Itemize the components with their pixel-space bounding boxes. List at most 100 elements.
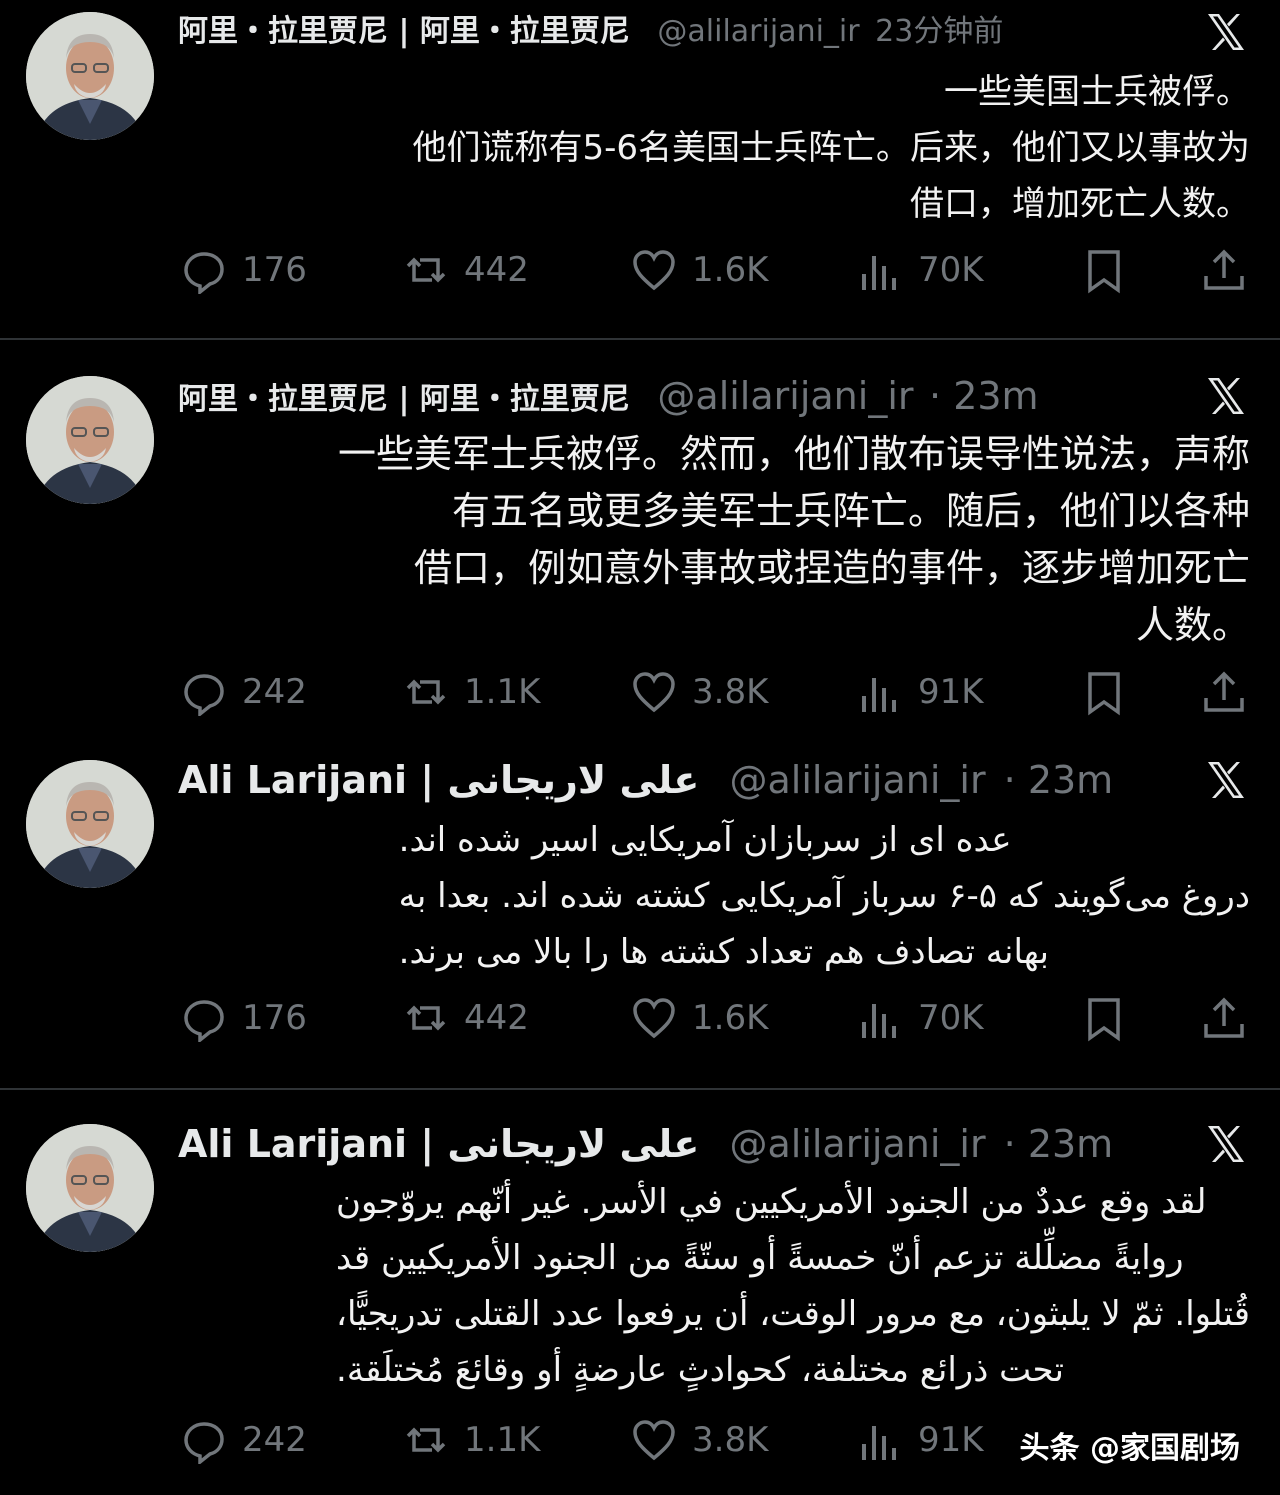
like-icon [633, 1420, 675, 1461]
tweet-actions: 242 1.1K 3.8K 91K [0, 668, 1280, 728]
tweet-line: عده ای از سربازان آمریکایی اسیر شده اند. [398, 820, 1012, 860]
tweet-line: 一些美军士兵被俘。然而，他们散布误导性说法，声称 [337, 432, 1250, 476]
tweet-line: 借口，例如意外事故或捏造的事件，逐步增加死亡 [413, 546, 1250, 590]
views-button[interactable]: 91K [856, 668, 984, 716]
bookmark-icon [1088, 672, 1120, 716]
x-logo-icon [1202, 8, 1250, 56]
bookmark-button[interactable] [1080, 246, 1142, 294]
like-button[interactable]: 1.6K [630, 994, 768, 1042]
display-name[interactable]: 阿里・拉里贾尼 | 阿里・拉里贾尼 [178, 14, 630, 49]
avatar[interactable] [26, 12, 154, 140]
display-name[interactable]: Ali Larijani | علی لاریجانی [178, 1122, 699, 1166]
repost-button[interactable]: 442 [402, 246, 529, 294]
tweet-1[interactable]: 阿里・拉里贾尼 | 阿里・拉里贾尼 @alilarijani_ir 23分钟前 … [0, 0, 1280, 338]
repost-count: 442 [464, 998, 529, 1038]
reply-icon [184, 674, 224, 716]
reply-count: 176 [242, 250, 307, 290]
timestamp[interactable]: 23分钟前 [875, 14, 1003, 49]
reply-icon [184, 1422, 224, 1464]
tweet-3[interactable]: Ali Larijani | علی لاریجانی @alilarijani… [0, 740, 1280, 1088]
timestamp[interactable]: · 23m [1004, 1122, 1114, 1166]
tweet-line: لقد وقع عددٌ من الجنود الأمريكيين في الأ… [336, 1182, 1207, 1222]
like-icon [633, 672, 675, 713]
views-icon [862, 1004, 896, 1038]
reply-button[interactable]: 242 [180, 1416, 307, 1464]
watermark: 头条 @家国剧场 [1011, 1419, 1248, 1471]
display-name[interactable]: 阿里・拉里贾尼 | 阿里・拉里贾尼 [178, 382, 630, 417]
avatar[interactable] [26, 1124, 154, 1252]
tweet-line: بهانه تصادف هم تعداد کشته ها را بالا می … [398, 932, 1049, 972]
like-count: 3.8K [692, 672, 769, 712]
repost-button[interactable]: 1.1K [402, 1416, 540, 1464]
tweet-text: لقد وقع عددٌ من الجنود الأمريكيين في الأ… [336, 1174, 1250, 1398]
bookmark-button[interactable] [1080, 994, 1142, 1042]
reply-icon [184, 252, 224, 294]
like-button[interactable]: 3.8K [630, 1416, 768, 1464]
repost-button[interactable]: 1.1K [402, 668, 540, 716]
repost-button[interactable]: 442 [402, 994, 529, 1042]
tweet-actions: 176 442 1.6K 70K [0, 246, 1280, 306]
tweet-line: دروغ می‌گویند که ۵-۶ سرباز آمریکایی کشته… [398, 876, 1250, 916]
tweet-2[interactable]: 阿里・拉里贾尼 | 阿里・拉里贾尼 @alilarijani_ir · 23m … [0, 340, 1280, 740]
tweet-line: تحت ذرائع مختلفة، كحوادثٍ عارضةٍ أو وقائ… [336, 1350, 1064, 1390]
repost-icon [406, 1005, 446, 1031]
tweet-text: عده ای از سربازان آمریکایی اسیر شده اند.… [399, 812, 1250, 980]
like-count: 1.6K [692, 250, 769, 290]
bookmark-icon [1088, 998, 1120, 1042]
views-icon [862, 1426, 896, 1460]
tweet-line: 有五名或更多美军士兵阵亡。随后，他们以各种 [451, 489, 1250, 533]
avatar-photo [26, 12, 154, 140]
handle[interactable]: @alilarijani_ir [729, 758, 985, 802]
avatar-photo [26, 760, 154, 888]
bookmark-icon [1088, 250, 1120, 294]
handle[interactable]: @alilarijani_ir [657, 374, 913, 418]
avatar[interactable] [26, 376, 154, 504]
reply-icon [184, 1000, 224, 1042]
reply-count: 242 [242, 672, 307, 712]
views-button[interactable]: 91K [856, 1416, 984, 1464]
tweet-header: 阿里・拉里贾尼 | 阿里・拉里贾尼 @alilarijani_ir · 23m [178, 374, 1210, 420]
handle[interactable]: @alilarijani_ir [657, 14, 859, 49]
bookmark-button[interactable] [1080, 668, 1142, 716]
share-icon [1204, 249, 1244, 290]
views-icon [862, 256, 896, 290]
x-logo-icon [1202, 1120, 1250, 1168]
tweet-header: Ali Larijani | علی لاریجانی @alilarijani… [178, 1120, 1210, 1170]
timestamp[interactable]: · 23m [1004, 758, 1114, 802]
timestamp[interactable]: · 23m [929, 374, 1039, 418]
reply-count: 176 [242, 998, 307, 1038]
reply-button[interactable]: 242 [180, 668, 307, 716]
like-button[interactable]: 1.6K [630, 246, 768, 294]
handle[interactable]: @alilarijani_ir [729, 1122, 985, 1166]
like-count: 3.8K [692, 1420, 769, 1460]
like-icon [633, 250, 675, 291]
tweet-header: Ali Larijani | علی لاریجانی @alilarijani… [178, 756, 1210, 806]
share-button[interactable] [1200, 668, 1262, 716]
share-icon [1204, 997, 1244, 1038]
reply-button[interactable]: 176 [180, 246, 307, 294]
display-name[interactable]: Ali Larijani | علی لاریجانی [178, 758, 699, 802]
views-button[interactable]: 70K [856, 994, 984, 1042]
views-button[interactable]: 70K [856, 246, 984, 294]
tweet-line: 人数。 [1135, 603, 1250, 647]
tweet-line: قُتلوا. ثمّ لا يلبثون، مع مرور الوقت، أن… [336, 1294, 1250, 1334]
tweet-text: 一些美国士兵被俘。 他们谎称有5-6名美国士兵阵亡。后来，他们又以事故为 借口，… [412, 64, 1250, 232]
views-icon [862, 678, 896, 712]
repost-icon [406, 1427, 446, 1453]
tweet-line: 一些美国士兵被俘。 [944, 72, 1250, 112]
share-button[interactable] [1200, 246, 1262, 294]
repost-count: 442 [464, 250, 529, 290]
share-button[interactable] [1200, 994, 1262, 1042]
like-button[interactable]: 3.8K [630, 668, 768, 716]
avatar-photo [26, 376, 154, 504]
x-logo-icon [1202, 372, 1250, 420]
like-count: 1.6K [692, 998, 769, 1038]
tweet-line: 他们谎称有5-6名美国士兵阵亡。后来，他们又以事故为 [412, 128, 1250, 168]
views-count: 70K [918, 998, 984, 1038]
like-icon [633, 998, 675, 1039]
reply-button[interactable]: 176 [180, 994, 307, 1042]
x-logo-icon [1202, 756, 1250, 804]
repost-icon [406, 679, 446, 705]
avatar[interactable] [26, 760, 154, 888]
tweet-text: 一些美军士兵被俘。然而，他们散布误导性说法，声称 有五名或更多美军士兵阵亡。随后… [338, 426, 1250, 654]
